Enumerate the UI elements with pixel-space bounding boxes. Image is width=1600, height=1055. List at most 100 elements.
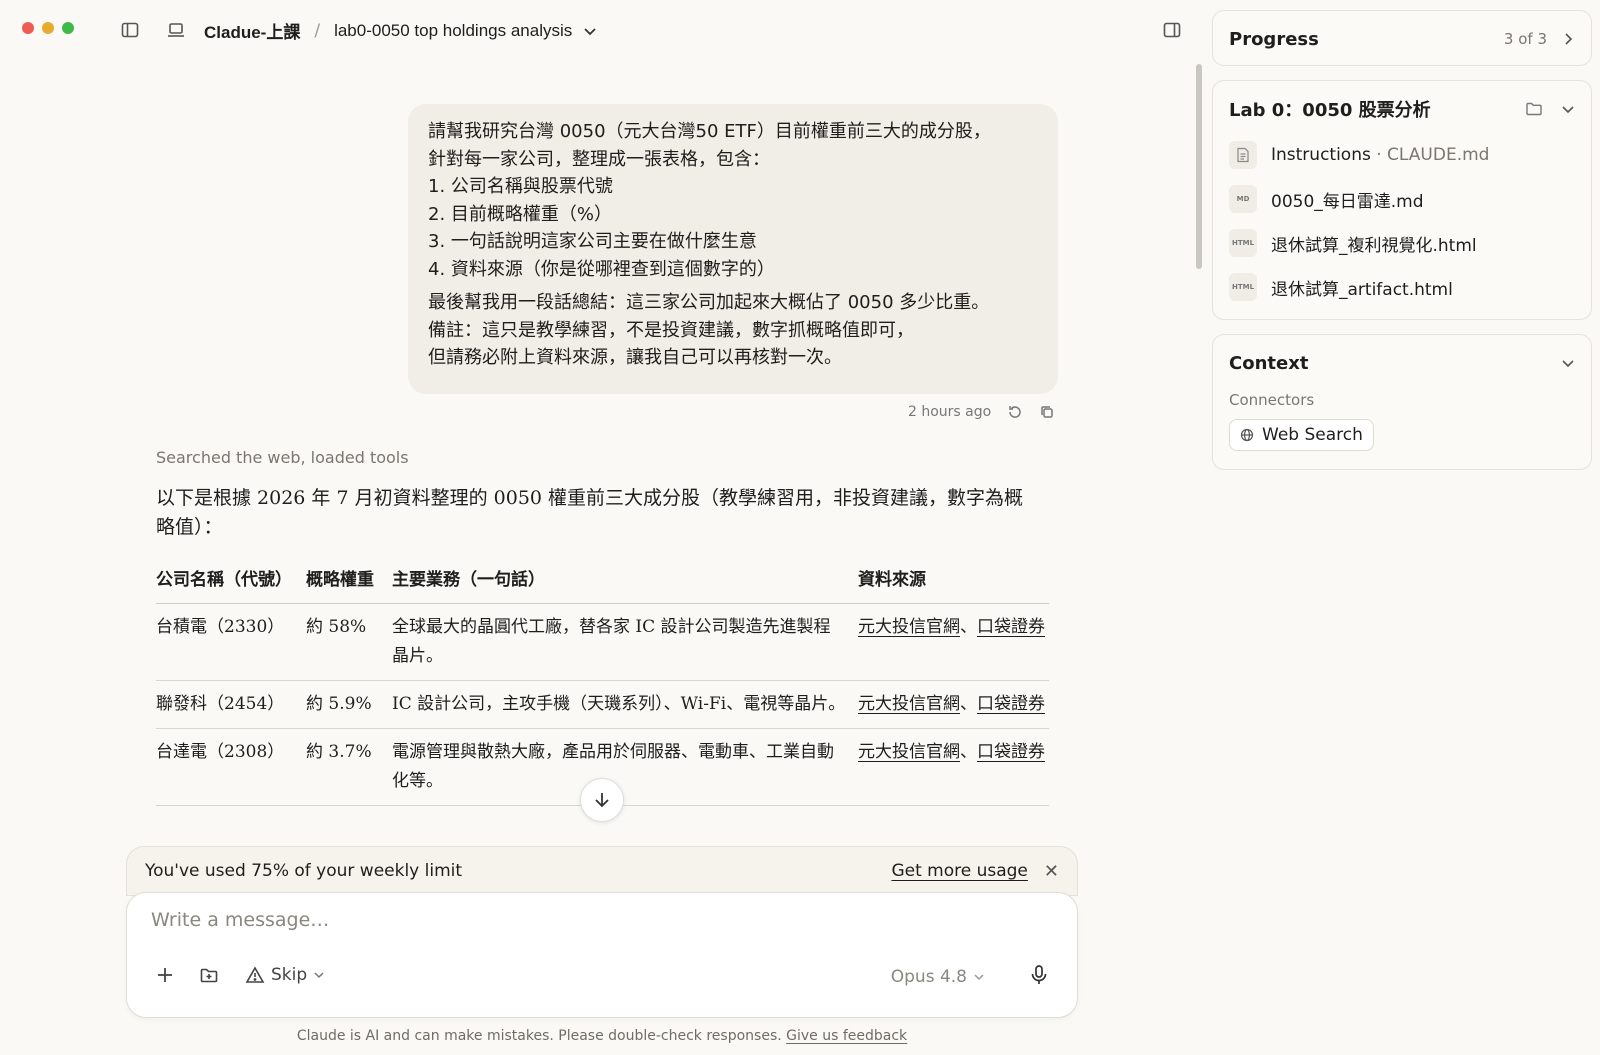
copy-icon[interactable] xyxy=(1039,404,1055,420)
header-weight: 概略權重 xyxy=(306,570,374,590)
get-more-usage-link[interactable]: Get more usage xyxy=(891,861,1027,881)
minimize-window-button[interactable] xyxy=(42,22,54,34)
message-composer: Skip Opus 4.8 xyxy=(126,892,1078,1018)
context-card: Context Connectors Web Search xyxy=(1212,334,1592,470)
source-link-pocket[interactable]: 口袋證券 xyxy=(977,617,1045,637)
progress-title: Progress xyxy=(1229,28,1319,50)
file-name: 0050_每日雷達.md xyxy=(1271,191,1424,212)
chevron-down-icon xyxy=(314,972,324,979)
file-item-daily-radar[interactable]: MD 0050_每日雷達.md xyxy=(1229,185,1575,213)
user-message-bubble: 請幫我研究台灣 0050（元大台灣50 ETF）目前權重前三大的成分股， 針對每… xyxy=(408,104,1058,394)
html-file-icon: HTML xyxy=(1229,273,1257,301)
message-line: 3. 一句話說明這家公司主要在做什麼生意 xyxy=(428,231,757,252)
source-link-yuanta[interactable]: 元大投信官網 xyxy=(858,694,960,714)
source-separator: 、 xyxy=(960,694,977,714)
cell-weight: 約 3.7% xyxy=(306,742,372,762)
table-row: 聯發科（2454） 約 5.9% IC 設計公司，主攻手機（天璣系列）、Wi-F… xyxy=(156,681,1049,729)
html-file-icon: HTML xyxy=(1229,229,1257,257)
disclaimer-text: Claude is AI and can make mistakes. Plea… xyxy=(296,1028,782,1044)
usage-text: You've used 75% of your weekly limit xyxy=(145,861,463,881)
header-business: 主要業務（一句話） xyxy=(392,570,545,590)
chevron-down-icon[interactable] xyxy=(582,23,598,39)
context-title: Context xyxy=(1229,352,1309,374)
source-link-yuanta[interactable]: 元大投信官網 xyxy=(858,742,960,762)
cell-company: 台達電（2308） xyxy=(156,742,285,762)
message-line: 1. 公司名稱與股票代號 xyxy=(428,176,613,197)
chat-title[interactable]: lab0-0050 top holdings analysis xyxy=(334,21,572,41)
scroll-to-bottom-button[interactable] xyxy=(580,778,624,822)
connectors-label: Connectors xyxy=(1229,391,1315,409)
close-icon[interactable]: ✕ xyxy=(1044,861,1059,882)
file-item-instructions[interactable]: Instructions · CLAUDE.md xyxy=(1229,141,1575,169)
retry-icon[interactable] xyxy=(1007,404,1023,420)
cell-business: 電源管理與散熱大廠，產品用於伺服器、電動車、工業自動化等。 xyxy=(392,742,834,791)
add-to-project-button[interactable] xyxy=(199,965,219,985)
document-icon xyxy=(1229,141,1257,169)
file-suffix: · CLAUDE.md xyxy=(1370,145,1490,165)
message-timestamp: 2 hours ago xyxy=(908,404,992,420)
chevron-right-icon[interactable] xyxy=(1561,32,1575,46)
globe-icon xyxy=(1240,428,1254,442)
usage-limit-banner: You've used 75% of your weekly limit Get… xyxy=(126,846,1078,896)
disclaimer: Claude is AI and can make mistakes. Plea… xyxy=(0,1028,1204,1044)
message-line: 備註：這只是教學練習，不是投資建議，數字抓概略值即可， xyxy=(428,319,914,341)
user-message-part2: 最後幫我用一段話總結：這三家公司加起來大概佔了 0050 多少比重。 備註：這只… xyxy=(428,289,1038,372)
warning-icon xyxy=(245,966,265,983)
connector-name: Web Search xyxy=(1262,425,1363,445)
file-name: Instructions xyxy=(1271,145,1371,165)
table-row: 台積電（2330） 約 58% 全球最大的晶圓代工廠，替各家 IC 設計公司製造… xyxy=(156,604,1049,681)
file-item-retirement-artifact[interactable]: HTML 退休試算_artifact.html xyxy=(1229,273,1575,301)
chevron-down-icon[interactable] xyxy=(1561,356,1575,370)
source-link-pocket[interactable]: 口袋證券 xyxy=(977,694,1045,714)
skip-label: Skip xyxy=(271,965,308,985)
file-name: 退休試算_artifact.html xyxy=(1271,279,1453,300)
source-link-yuanta[interactable]: 元大投信官網 xyxy=(858,617,960,637)
assistant-intro: 以下是根據 2026 年 7 月初資料整理的 0050 權重前三大成分股（教學練… xyxy=(156,487,1024,538)
model-name: Opus 4.8 xyxy=(890,967,967,987)
folder-plus-icon xyxy=(200,968,218,983)
progress-card[interactable]: Progress 3 of 3 xyxy=(1212,10,1592,66)
window-controls xyxy=(22,22,74,34)
maximize-window-button[interactable] xyxy=(62,22,74,34)
cell-company: 台積電（2330） xyxy=(156,617,285,637)
header-source: 資料來源 xyxy=(858,570,926,590)
lab-title: Lab 0：0050 股票分析 xyxy=(1229,100,1431,121)
close-window-button[interactable] xyxy=(22,22,34,34)
message-input[interactable] xyxy=(151,909,1031,931)
chevron-down-icon[interactable] xyxy=(1561,102,1575,116)
sidebar-toggle-icon[interactable] xyxy=(120,20,140,40)
scrollbar[interactable] xyxy=(1196,64,1202,269)
breadcrumb-separator: / xyxy=(314,20,321,41)
model-selector[interactable]: Opus 4.8 xyxy=(891,967,985,987)
message-line: 但請務必附上資料來源，讓我自己可以再核對一次。 xyxy=(428,347,842,368)
tools-status[interactable]: Searched the web, loaded tools xyxy=(156,448,409,467)
holdings-table: 公司名稱（代號） 概略權重 主要業務（一句話） 資料來源 台積電（2330） 約… xyxy=(156,566,1049,806)
feedback-link[interactable]: Give us feedback xyxy=(786,1028,907,1044)
cell-weight: 約 5.9% xyxy=(306,694,372,714)
folder-icon[interactable] xyxy=(1525,100,1543,118)
chevron-down-icon xyxy=(974,974,984,981)
cell-business: IC 設計公司，主攻手機（天璣系列）、Wi-Fi、電視等晶片。 xyxy=(392,694,846,714)
connector-web-search[interactable]: Web Search xyxy=(1229,419,1374,451)
progress-count: 3 of 3 xyxy=(1503,30,1547,48)
message-line: 請幫我研究台灣 0050（元大台灣50 ETF）目前權重前三大的成分股， xyxy=(428,121,991,142)
lab-card: Lab 0：0050 股票分析 Instructions · CLAUDE.md… xyxy=(1212,80,1592,320)
cell-source: 元大投信官網、口袋證券 xyxy=(858,613,1048,671)
arrow-down-icon xyxy=(595,793,609,808)
message-meta: 2 hours ago xyxy=(908,404,1055,420)
cell-source: 元大投信官網、口袋證券 xyxy=(858,738,1048,796)
plus-icon xyxy=(158,968,172,982)
source-separator: 、 xyxy=(960,617,977,637)
message-line: 2. 目前概略權重（%） xyxy=(428,203,612,225)
table-header: 公司名稱（代號） 概略權重 主要業務（一句話） 資料來源 xyxy=(156,566,1049,604)
source-link-pocket[interactable]: 口袋證券 xyxy=(977,742,1045,762)
panel-toggle-icon[interactable] xyxy=(1162,20,1182,40)
cell-business: 全球最大的晶圓代工廠，替各家 IC 設計公司製造先進製程晶片。 xyxy=(392,617,831,666)
skip-mode-button[interactable]: Skip xyxy=(245,965,325,985)
microphone-icon[interactable] xyxy=(1027,963,1051,987)
project-name[interactable]: Cladue-上課 xyxy=(204,18,300,43)
markdown-file-icon: MD xyxy=(1229,185,1257,213)
add-button[interactable] xyxy=(155,965,175,985)
file-item-retirement-visual[interactable]: HTML 退休試算_複利視覺化.html xyxy=(1229,229,1575,257)
breadcrumb: Cladue-上課 / lab0-0050 top holdings analy… xyxy=(170,18,598,43)
